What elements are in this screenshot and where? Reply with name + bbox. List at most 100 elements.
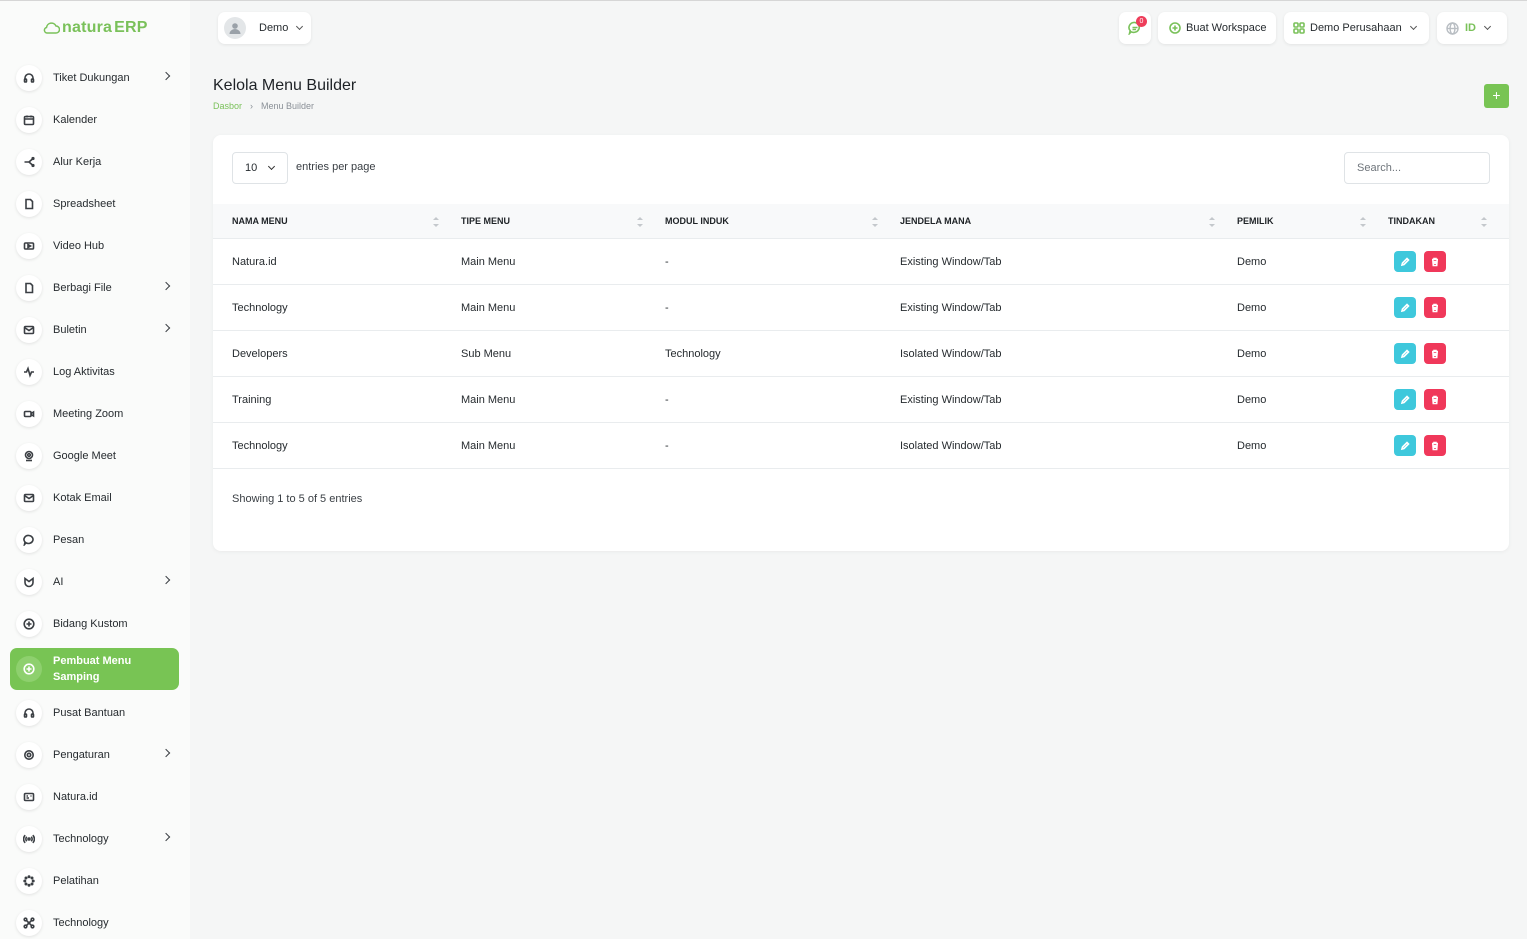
edit-button[interactable] [1394,297,1416,318]
cell-nama-menu: Technology [232,440,288,452]
cell-tipe-menu: Main Menu [461,394,516,406]
sort-icon[interactable] [1481,217,1487,227]
sidebar-item-spreadsheet[interactable]: Spreadsheet [10,186,179,222]
cell-tipe-menu: Main Menu [461,302,516,314]
sidebar-item-pengaturan[interactable]: Pengaturan [10,737,179,773]
search-input[interactable] [1344,152,1490,184]
pencil-icon [1400,348,1410,358]
sidebar-item-pusat-bantuan[interactable]: Pusat Bantuan [10,695,179,731]
sidebar-item-kalender[interactable]: Kalender [10,102,179,138]
id-card-icon [16,784,42,810]
sidebar-item-label: Natura.id [53,791,98,803]
sidebar-item-pelatihan[interactable]: Pelatihan [10,863,179,899]
cell-jendela-mana: Existing Window/Tab [900,256,1002,268]
sidebar-item-technology[interactable]: Technology [10,821,179,857]
cell-modul-induk: - [665,394,669,406]
sort-icon[interactable] [433,217,439,227]
delete-button[interactable] [1424,389,1446,410]
edit-button[interactable] [1394,251,1416,272]
notification-badge: 0 [1136,16,1147,27]
network-icon [16,910,42,936]
notifications-button[interactable]: 0 [1119,12,1151,44]
sidebar-item-label: Berbagi File [53,282,112,294]
activity-icon [16,359,42,385]
sidebar-item-label: Pembuat Menu Samping [53,655,132,683]
cell-nama-menu: Training [232,394,272,406]
create-workspace-button[interactable]: Buat Workspace [1158,12,1276,44]
breadcrumb-separator-icon: › [250,101,254,111]
plus-circle-icon [16,611,42,637]
add-menu-button[interactable]: + [1484,84,1509,108]
sidebar-item-ai[interactable]: AI [10,564,179,600]
sidebar-item-label: Buletin [53,324,87,336]
language-selector[interactable]: ID [1437,12,1507,44]
sidebar-item-google-meet[interactable]: Google Meet [10,438,179,474]
breadcrumb: Dasbor › Menu Builder [213,101,314,111]
cloud-icon [43,22,60,34]
cell-tipe-menu: Main Menu [461,256,516,268]
camera-icon [16,401,42,427]
sort-icon[interactable] [872,217,878,227]
language-code: ID [1465,22,1476,34]
entries-per-page-label: entries per page [296,161,376,173]
column-header-modul-induk[interactable]: Modul Induk [665,204,729,239]
sidebar-item-label: Bidang Kustom [53,618,128,630]
edit-button[interactable] [1394,435,1416,456]
column-header-tipe-menu[interactable]: Tipe Menu [461,204,510,239]
trash-icon [1432,349,1438,358]
cell-pemilik: Demo [1237,302,1267,314]
sort-icon[interactable] [1360,217,1366,227]
delete-button[interactable] [1424,251,1446,272]
sidebar-item-berbagi-file[interactable]: Berbagi File [10,270,179,306]
plus-circle-icon [1169,22,1181,34]
column-header-pemilik[interactable]: Pemilik [1237,204,1274,239]
pencil-icon [1400,256,1410,266]
app-logo[interactable]: natura ERP [43,19,148,37]
sidebar-item-bidang-kustom[interactable]: Bidang Kustom [10,606,179,642]
breadcrumb-current: Menu Builder [261,101,315,111]
sidebar-item-natura-id[interactable]: Natura.id [10,779,179,815]
sidebar-item-kotak-email[interactable]: Kotak Email [10,480,179,516]
table-row: Training Main Menu - Existing Window/Tab Dem… [213,377,1509,423]
sidebar-item-tiket-dukungan[interactable]: Tiket Dukungan [10,60,179,96]
pencil-icon [1400,394,1410,404]
cell-nama-menu: Developers [232,348,288,360]
cell-pemilik: Demo [1237,348,1267,360]
sort-icon[interactable] [637,217,643,227]
delete-button[interactable] [1424,435,1446,456]
user-menu[interactable]: Demo [218,12,311,44]
delete-button[interactable] [1424,343,1446,364]
ai-icon [16,569,42,595]
sidebar-item-pesan[interactable]: Pesan [10,522,179,558]
broadcast-icon [16,826,42,852]
sort-icon[interactable] [1209,217,1215,227]
chevron-right-icon [161,832,171,842]
chevron-right-icon [161,323,171,333]
cell-jendela-mana: Isolated Window/Tab [900,348,1002,360]
breadcrumb-home[interactable]: Dasbor [213,101,242,111]
trash-icon [1432,395,1438,404]
delete-button[interactable] [1424,297,1446,318]
sidebar-item-buletin[interactable]: Buletin [10,312,179,348]
sidebar-item-alur-kerja[interactable]: Alur Kerja [10,144,179,180]
edit-button[interactable] [1394,389,1416,410]
sidebar-item-video-hub[interactable]: Video Hub [10,228,179,264]
column-header-tindakan[interactable]: Tindakan [1388,204,1435,239]
cell-pemilik: Demo [1237,440,1267,452]
cell-tipe-menu: Sub Menu [461,348,512,360]
company-selector[interactable]: Demo Perusahaan [1284,12,1429,44]
trash-icon [1432,257,1438,266]
pencil-icon [1400,302,1410,312]
column-header-jendela-mana[interactable]: Jendela Mana [900,204,971,239]
chevron-down-icon [268,162,276,171]
chevron-right-icon [161,281,171,291]
company-name: Demo Perusahaan [1310,22,1402,34]
sidebar-item-technology[interactable]: Technology [10,905,179,939]
sidebar-item-meeting-zoom[interactable]: Meeting Zoom [10,396,179,432]
edit-button[interactable] [1394,343,1416,364]
column-header-nama-menu[interactable]: Nama Menu [232,204,288,239]
sidebar-item-log-aktivitas[interactable]: Log Aktivitas [10,354,179,390]
entries-per-page-select[interactable]: 10 [232,152,288,184]
file-icon [16,275,42,301]
sidebar-item-pembuat-menu-samping[interactable]: Pembuat Menu Samping [10,648,179,690]
